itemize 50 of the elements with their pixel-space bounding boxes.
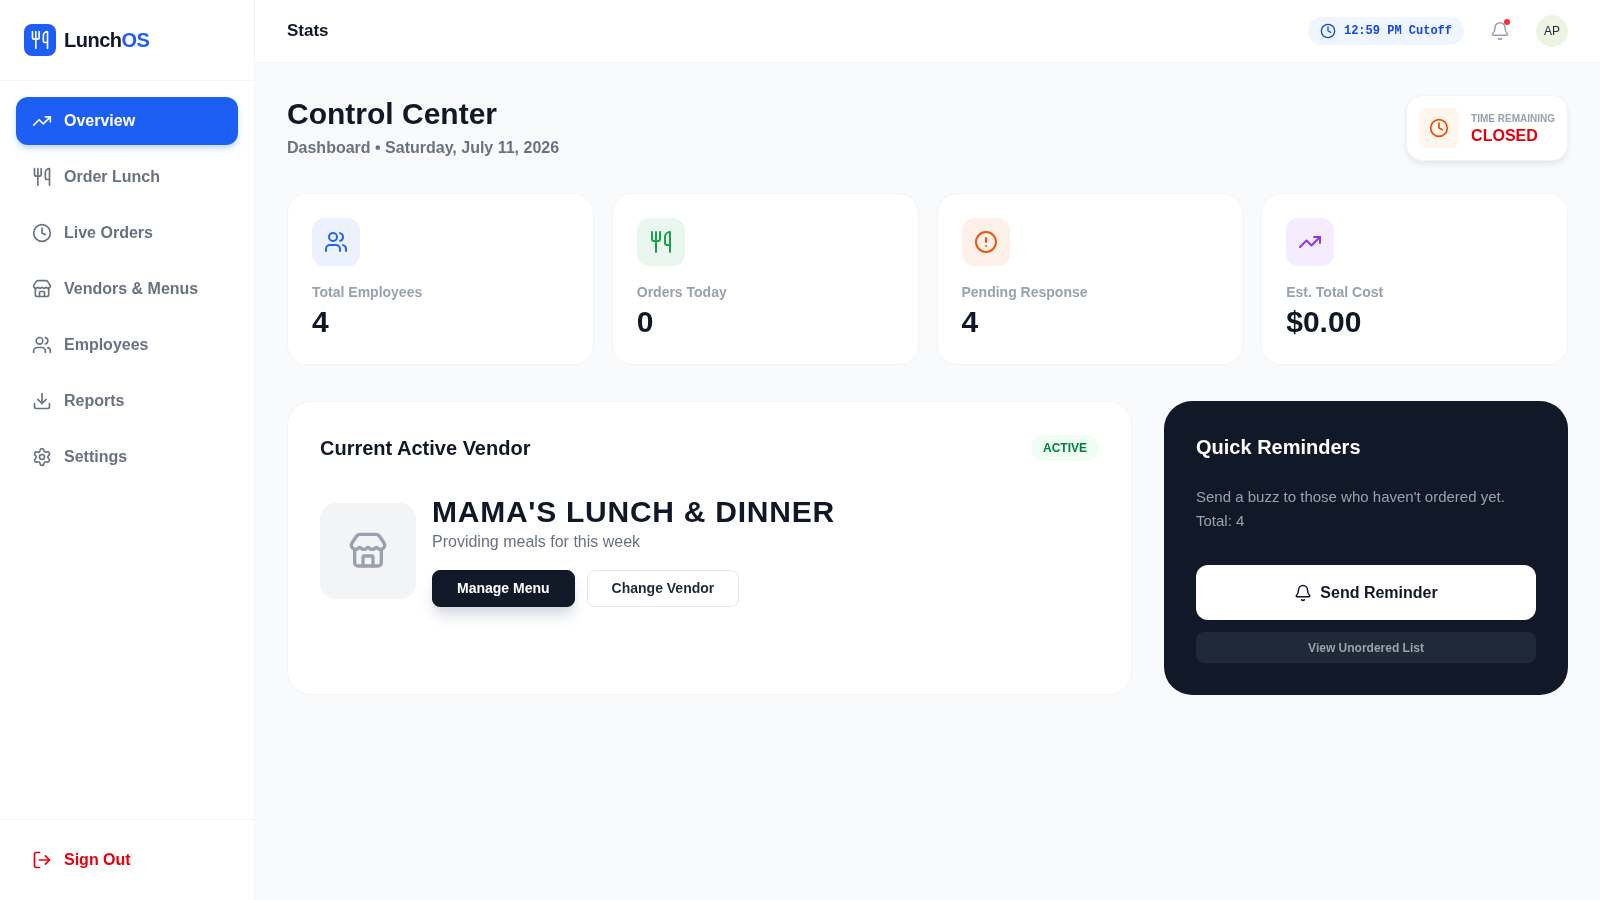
- users-icon: [32, 335, 52, 355]
- vendor-card-title: Current Active Vendor: [320, 436, 531, 461]
- user-avatar[interactable]: AP: [1536, 15, 1568, 47]
- stat-label: Pending Response: [961, 283, 1089, 302]
- nav-item[interactable]: Overview: [16, 97, 238, 145]
- change-vendor-button[interactable]: Change Vendor: [586, 570, 740, 607]
- stat-value: $0.00: [1286, 304, 1363, 340]
- nav-item[interactable]: Settings: [16, 433, 238, 481]
- time-remaining-value: CLOSED: [1471, 125, 1539, 146]
- logo-icon: [24, 24, 56, 56]
- stat-label: Est. Total Cost: [1286, 283, 1385, 302]
- stat-value: 0: [636, 304, 655, 340]
- view-unordered-list-button[interactable]: View Unordered List: [1196, 632, 1536, 663]
- users-icon: [312, 218, 360, 266]
- clock-icon: [1419, 108, 1460, 148]
- stat-label: Orders Today: [636, 283, 728, 302]
- storefront-icon: [320, 502, 416, 599]
- trend-up-icon: [1286, 218, 1335, 266]
- page-title: Control Center: [287, 96, 498, 132]
- stat-value: 4: [312, 304, 330, 340]
- header-title: Stats: [287, 20, 329, 43]
- time-remaining-label: TIME REMAINING: [1471, 111, 1555, 126]
- stat-value: 4: [961, 304, 980, 340]
- nav-item[interactable]: Live Orders: [16, 209, 238, 257]
- reminders-description: Send a buzz to those who haven't ordered yet. Total: 4: [1196, 487, 1506, 531]
- page-subtitle: Dashboard • Saturday, July 11, 2026: [287, 138, 560, 158]
- download-icon: [32, 391, 52, 411]
- nav-item[interactable]: Employees: [16, 321, 238, 369]
- sign-out-icon: [32, 850, 52, 870]
- stat-label: Total Employees: [312, 283, 424, 302]
- clock-icon: [32, 223, 52, 243]
- status-badge: ACTIVE: [1031, 435, 1099, 461]
- sign-out-button[interactable]: Sign Out: [16, 836, 238, 884]
- clock-icon: [1319, 23, 1336, 39]
- nav-item[interactable]: Order Lunch: [16, 153, 238, 201]
- vendor-name: MAMA'S LUNCH & DINNER: [432, 494, 835, 530]
- nav-item[interactable]: Reports: [16, 377, 238, 425]
- utensils-icon: [636, 218, 685, 266]
- vendor-description: Providing meals for this week: [432, 532, 642, 552]
- cutoff-pill: 12:59 PM Cutoff: [1307, 17, 1464, 45]
- settings-icon: [32, 447, 52, 467]
- bell-icon: [1294, 583, 1313, 602]
- utensils-icon: [32, 167, 52, 187]
- nav-item[interactable]: Vendors & Menus: [16, 265, 238, 313]
- logo-text: LunchOS: [64, 28, 150, 53]
- manage-menu-button[interactable]: Manage Menu: [432, 570, 575, 607]
- storefront-icon: [32, 279, 52, 299]
- bell-icon: [1490, 21, 1510, 41]
- send-reminder-button[interactable]: Send Reminder: [1196, 565, 1536, 620]
- reminders-title: Quick Reminders: [1196, 435, 1362, 460]
